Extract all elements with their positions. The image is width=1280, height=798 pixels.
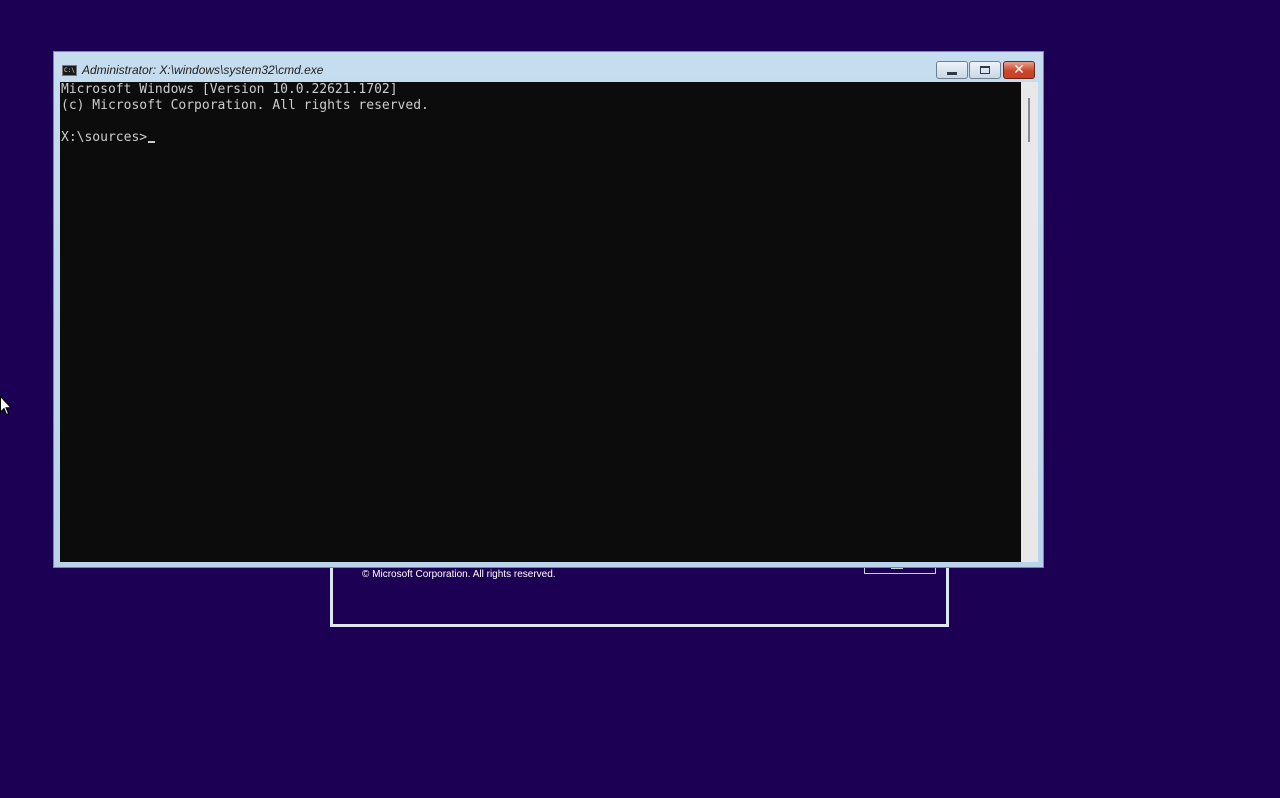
close-button[interactable]: ✕ bbox=[1003, 61, 1035, 79]
console-output[interactable]: Microsoft Windows [Version 10.0.22621.17… bbox=[60, 82, 1021, 562]
text-cursor bbox=[148, 141, 156, 143]
console-line: Microsoft Windows [Version 10.0.22621.17… bbox=[61, 82, 398, 97]
setup-button-underline bbox=[891, 568, 903, 569]
title-bar[interactable]: C:\ Administrator: X:\windows\system32\c… bbox=[54, 52, 1043, 82]
minimize-icon bbox=[947, 72, 957, 75]
close-icon: ✕ bbox=[1013, 62, 1025, 78]
vertical-scrollbar[interactable] bbox=[1021, 82, 1038, 562]
cmd-window: C:\ Administrator: X:\windows\system32\c… bbox=[53, 51, 1044, 568]
maximize-icon bbox=[980, 66, 990, 74]
window-title: Administrator: X:\windows\system32\cmd.e… bbox=[82, 63, 324, 77]
console-line: (c) Microsoft Corporation. All rights re… bbox=[61, 98, 429, 113]
mouse-pointer-icon bbox=[0, 396, 12, 416]
console-prompt-line[interactable]: X:\sources> bbox=[61, 130, 156, 146]
setup-copyright-text: © Microsoft Corporation. All rights rese… bbox=[362, 569, 556, 580]
maximize-button[interactable] bbox=[969, 61, 1001, 79]
setup-window: © Microsoft Corporation. All rights rese… bbox=[330, 566, 949, 627]
cmd-app-icon: C:\ bbox=[62, 65, 77, 76]
minimize-button[interactable] bbox=[936, 61, 968, 79]
console-prompt: X:\sources> bbox=[61, 130, 148, 145]
scrollbar-thumb[interactable] bbox=[1028, 98, 1030, 142]
